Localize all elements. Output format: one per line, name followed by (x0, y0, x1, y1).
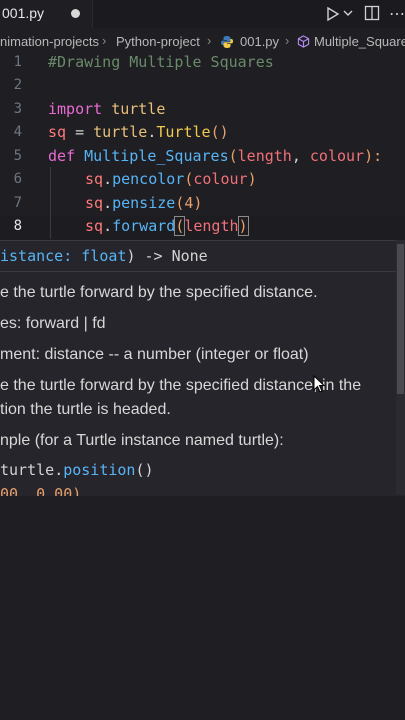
divider (0, 271, 396, 272)
example-method: position (63, 461, 136, 479)
doc-text: e the turtle forward by the specified di… (0, 284, 318, 301)
chevron-down-icon[interactable] (343, 8, 353, 18)
more-actions-icon[interactable]: ⋯ (389, 4, 405, 24)
parens: ): (364, 147, 383, 165)
function-name: Multiple_Squares (84, 147, 229, 165)
example-output: 00, 0.00) (0, 485, 82, 496)
tab-filename: 001.py (2, 5, 45, 21)
breadcrumb-item[interactable]: Python-project (116, 34, 200, 49)
parens: () (135, 461, 154, 479)
python-file-icon (221, 36, 233, 48)
run-icon[interactable] (325, 6, 341, 22)
code-line: 4 sq = turtle.Turtle() (0, 122, 405, 145)
doc-text: ment: distance -- a number (integer or f… (0, 346, 309, 363)
doc-text: es: forward | fd (0, 315, 106, 332)
unsaved-dot-icon[interactable] (71, 9, 80, 18)
code-line: 1 #Drawing Multiple Squares (0, 52, 405, 75)
signature-return: ) -> None (126, 247, 208, 265)
breadcrumb: nimation-projects › Python-project › 001… (0, 32, 405, 52)
variable: sq (85, 217, 104, 235)
parameter: colour (309, 147, 365, 165)
variable: sq (48, 123, 67, 141)
chevron-right-icon: › (285, 33, 290, 48)
example-code: turtle.position() (0, 461, 154, 479)
module-name: turtle (102, 100, 166, 118)
comment-text: #Drawing Multiple Squares (48, 53, 274, 71)
operator: = (66, 123, 94, 141)
scrollbar-thumb[interactable] (397, 244, 404, 394)
method-name: pensize (112, 194, 176, 212)
symbol-method-icon (297, 35, 310, 48)
line-number: 3 (13, 101, 22, 117)
code-line: 3 import turtle (0, 99, 405, 122)
method-name: forward (112, 217, 176, 235)
hover-doc-panel[interactable]: istance: float) -> None e the turtle for… (0, 240, 405, 496)
editor-tab[interactable]: 001.py (0, 0, 93, 28)
line-number: 4 (13, 124, 22, 140)
variable: sq (85, 170, 104, 188)
line-number: 1 (13, 54, 22, 70)
line-number: 5 (13, 148, 22, 164)
split-editor-icon[interactable] (364, 5, 380, 21)
line-number: 2 (13, 77, 22, 93)
keyword: import (48, 100, 103, 118)
argument: length (184, 217, 239, 235)
code-line: 5 def Multiple_Squares(length, colour): (0, 146, 405, 169)
line-number: 6 (13, 171, 22, 187)
parameter: length (237, 147, 292, 165)
signature: istance: float) -> None (0, 247, 208, 265)
line-number: 7 (13, 195, 22, 211)
code-line: 8 sq.forward(length) (0, 216, 405, 239)
breadcrumb-item[interactable]: nimation-projects (0, 34, 99, 49)
parens: () (210, 123, 229, 141)
mouse-cursor-icon (313, 375, 325, 393)
variable: sq (85, 194, 104, 212)
breadcrumb-item[interactable]: Multiple_Square (314, 34, 405, 49)
method-name: pencolor (112, 170, 185, 188)
doc-text: e the turtle forward by the specified di… (0, 377, 362, 394)
module-name: turtle (93, 123, 148, 141)
line-number: 8 (13, 218, 22, 234)
argument: colour (193, 170, 248, 188)
tab-bar: 001.py ⋯ (0, 0, 405, 28)
code-line: 7 sq.pensize(4) (0, 193, 405, 216)
doc-text: tion the turtle is headed. (0, 401, 171, 418)
keyword: def (48, 147, 76, 165)
chevron-right-icon: › (102, 33, 107, 48)
signature-param: istance: float (0, 247, 127, 265)
chevron-right-icon: › (207, 33, 212, 48)
doc-text: nple (for a Turtle instance named turtle… (0, 432, 284, 449)
code-line: 2 (0, 75, 405, 98)
breadcrumb-item[interactable]: 001.py (240, 34, 279, 49)
indent-guide (50, 167, 51, 239)
code-editor[interactable]: 1 #Drawing Multiple Squares 2 3 import t… (0, 52, 405, 240)
example-object: turtle (0, 461, 55, 479)
code-line: 6 sq.pencolor(colour) (0, 169, 405, 192)
class-name: Turtle (156, 123, 211, 141)
